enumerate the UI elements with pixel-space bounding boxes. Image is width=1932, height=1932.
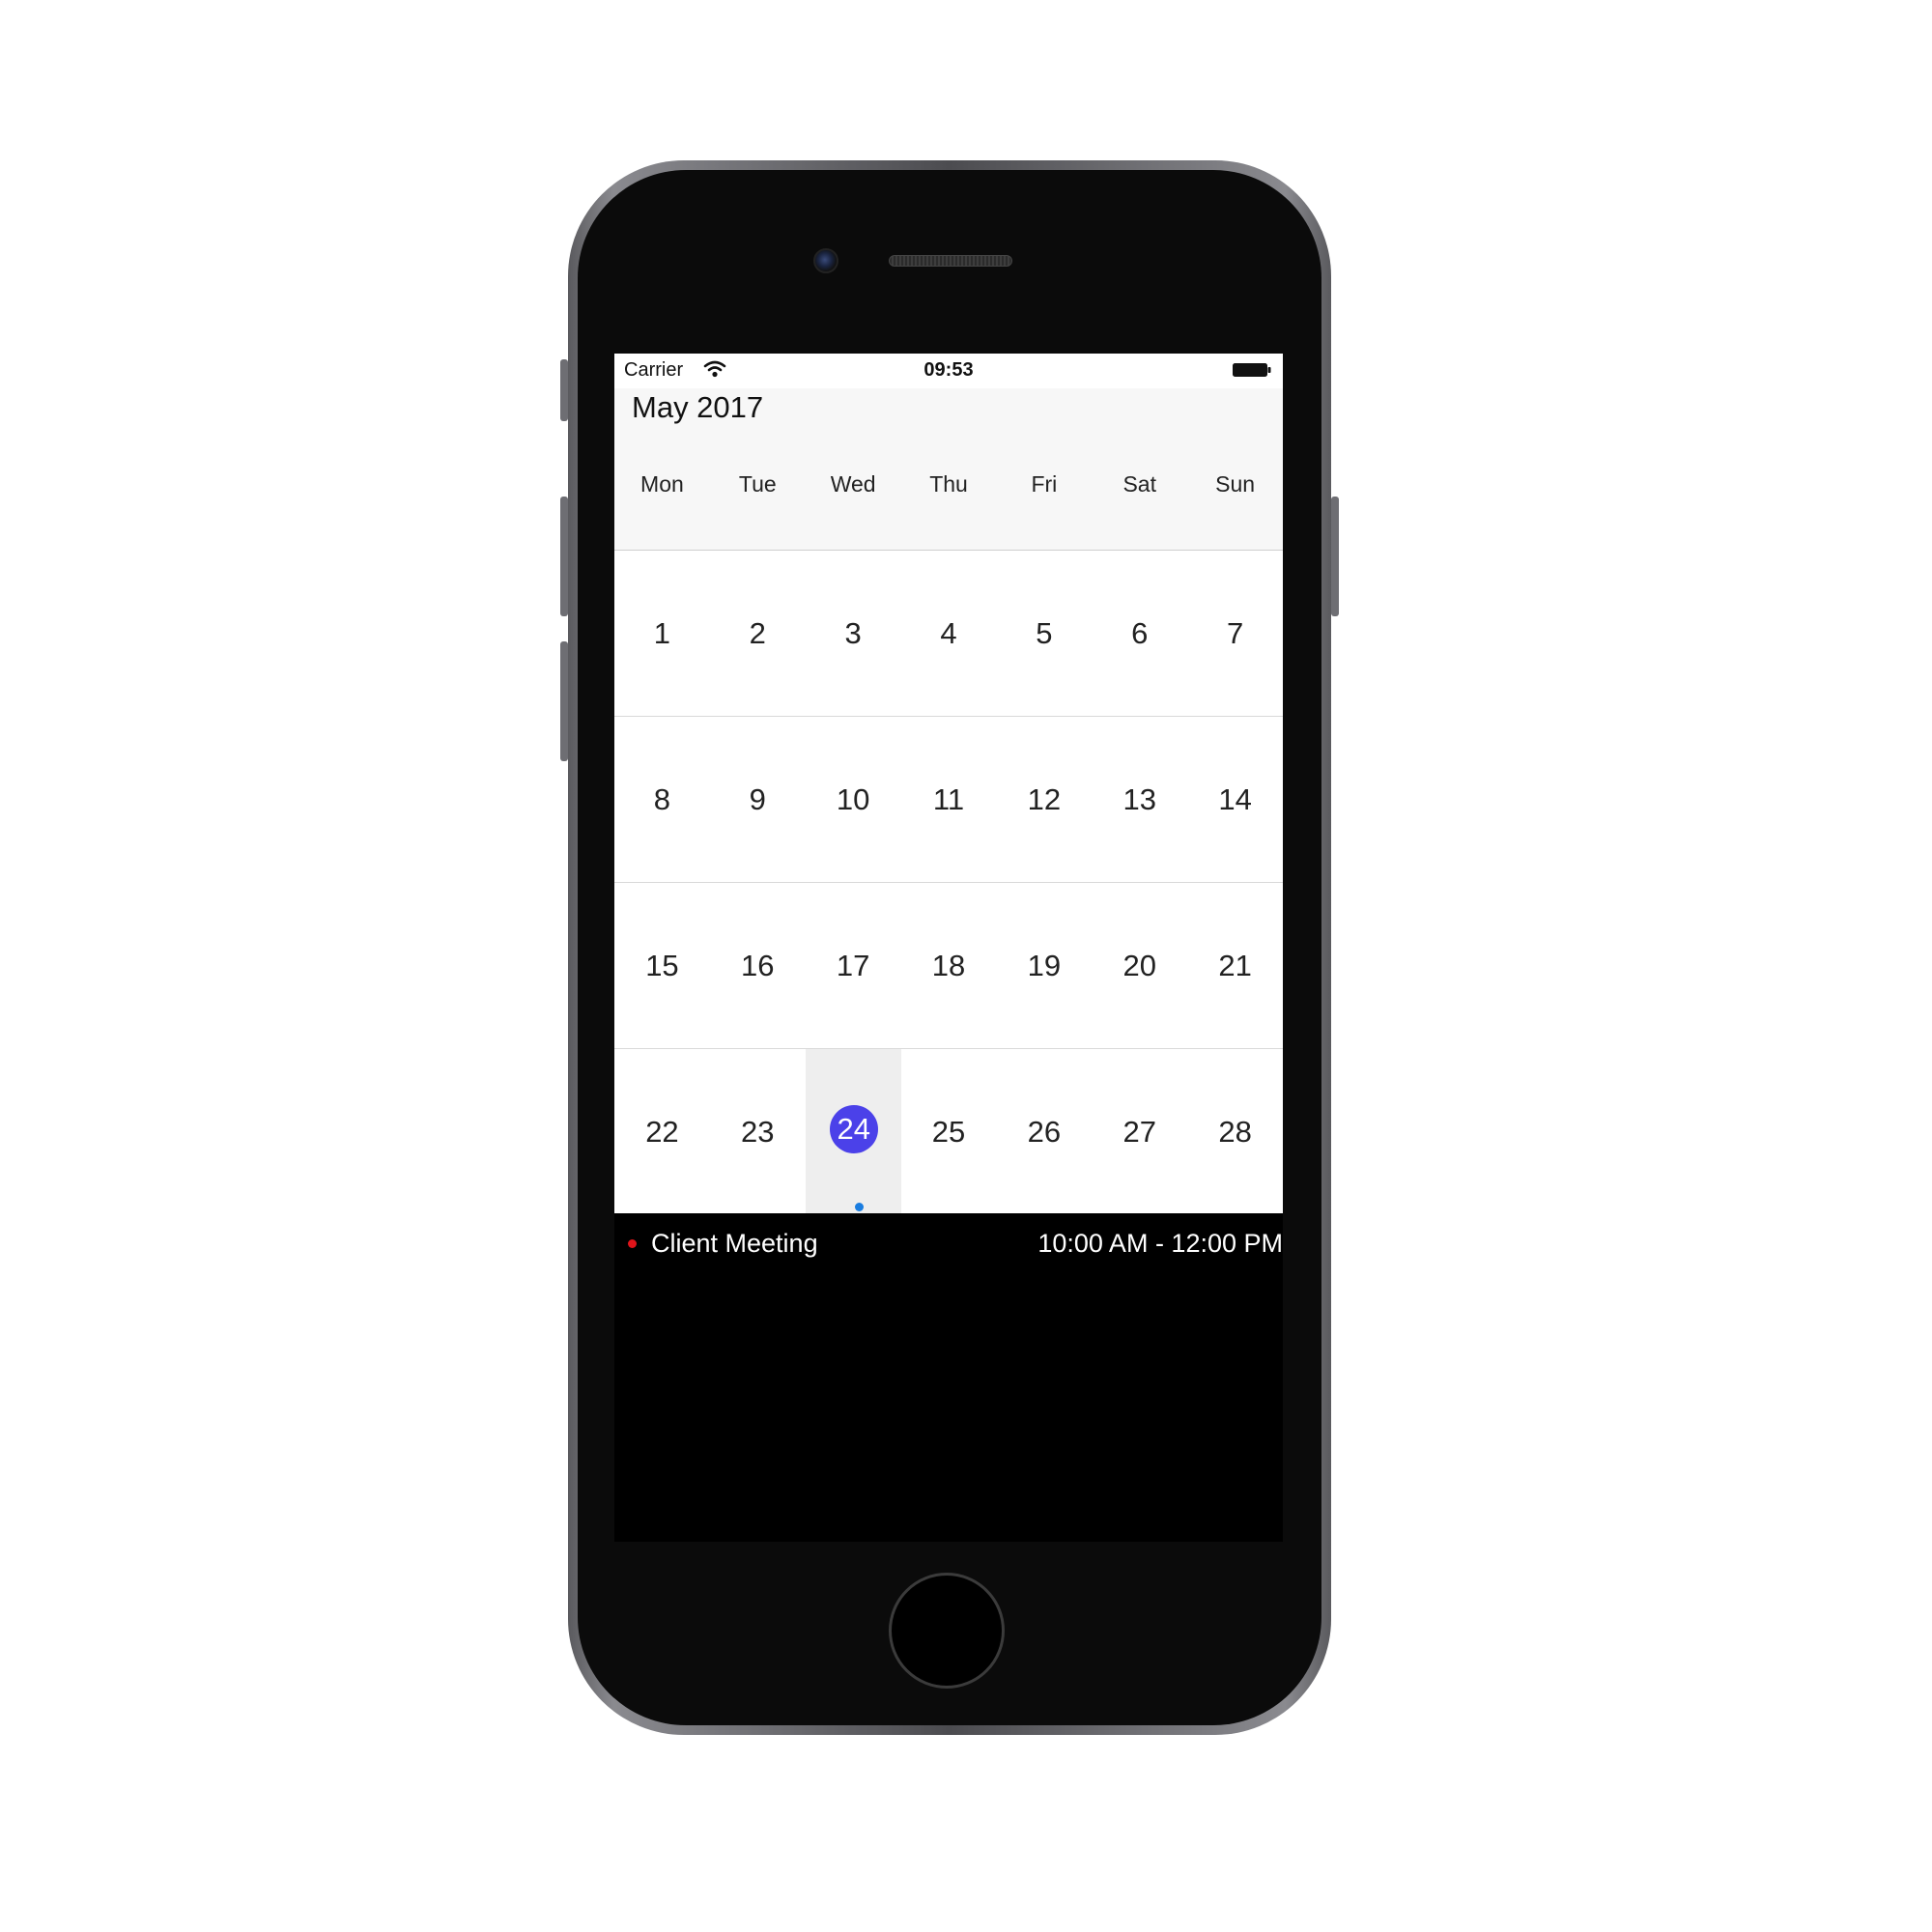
day-cell[interactable]: 1 (614, 551, 710, 716)
day-cell[interactable]: 15 (614, 883, 710, 1048)
day-number: 16 (741, 949, 775, 982)
day-number: 23 (741, 1115, 775, 1149)
week-row: 1 2 3 4 5 6 7 (614, 551, 1283, 717)
day-cell[interactable]: 23 (710, 1049, 806, 1213)
status-time: 09:53 (923, 359, 974, 381)
day-cell[interactable]: 2 (710, 551, 806, 716)
day-cell[interactable]: 17 (806, 883, 901, 1048)
day-cell[interactable]: 9 (710, 717, 806, 882)
phone-screen: Carrier 09:53 May 2017 Mon Tue Wed Thu F… (614, 354, 1283, 1542)
day-cell[interactable]: 20 (1092, 883, 1187, 1048)
day-number: 20 (1122, 949, 1156, 982)
weekday-label: Fri (1031, 471, 1058, 497)
day-number: 4 (940, 616, 957, 650)
selected-day-circle: 24 (829, 1105, 878, 1153)
battery-icon (1233, 363, 1271, 377)
weekday-label: Sun (1215, 471, 1256, 497)
speaker-grille (889, 255, 1012, 267)
event-item[interactable]: Client Meeting 10:00 AM - 12:00 PM (614, 1225, 1283, 1264)
week-row: 15 16 17 18 19 20 21 (614, 883, 1283, 1049)
volume-up-button (560, 497, 568, 616)
day-number: 2 (749, 616, 766, 650)
event-time: 10:00 AM - 12:00 PM (1037, 1229, 1283, 1258)
day-number: 13 (1122, 782, 1156, 816)
day-number: 12 (1027, 782, 1062, 816)
day-number: 3 (844, 616, 862, 650)
day-cell[interactable]: 25 (901, 1049, 997, 1213)
weekday-label: Thu (929, 471, 968, 497)
calendar-header: May 2017 Mon Tue Wed Thu Fri Sat Sun (614, 388, 1283, 551)
events-list: Client Meeting 10:00 AM - 12:00 PM (614, 1213, 1283, 1271)
day-cell[interactable]: 13 (1092, 717, 1187, 882)
day-cell[interactable]: 28 (1187, 1049, 1283, 1213)
weekday-label: Sat (1122, 471, 1156, 497)
day-cell[interactable]: 18 (901, 883, 997, 1048)
week-row: 8 9 10 11 12 13 14 (614, 717, 1283, 883)
day-number: 21 (1218, 949, 1252, 982)
status-bar: Carrier 09:53 (614, 354, 1283, 388)
day-number: 22 (645, 1115, 679, 1149)
day-number: 17 (836, 949, 870, 982)
day-number: 25 (931, 1115, 966, 1149)
month-grid: 1 2 3 4 5 6 7 8 9 10 11 12 13 14 15 16 1… (614, 551, 1283, 1213)
day-number: 11 (932, 782, 965, 816)
week-row: 22 23 24 25 26 27 28 (614, 1049, 1283, 1213)
weekday-label: Wed (830, 471, 876, 497)
day-cell[interactable]: 16 (710, 883, 806, 1048)
home-button[interactable] (889, 1573, 1005, 1689)
event-indicator-dot (854, 1203, 864, 1211)
day-cell[interactable]: 27 (1092, 1049, 1187, 1213)
day-cell[interactable]: 5 (996, 551, 1092, 716)
day-cell[interactable]: 26 (996, 1049, 1092, 1213)
day-number: 8 (653, 782, 671, 816)
day-cell[interactable]: 21 (1187, 883, 1283, 1048)
day-number: 19 (1027, 949, 1062, 982)
day-cell[interactable]: 11 (901, 717, 997, 882)
day-number: 1 (653, 616, 671, 650)
day-number: 5 (1036, 616, 1053, 650)
day-cell[interactable]: 6 (1092, 551, 1187, 716)
power-button (1331, 497, 1339, 616)
volume-down-button (560, 641, 568, 761)
mute-switch (560, 359, 568, 421)
day-cell[interactable]: 19 (996, 883, 1092, 1048)
event-title: Client Meeting (651, 1229, 818, 1258)
day-cell[interactable]: 8 (614, 717, 710, 882)
day-number: 7 (1226, 616, 1244, 650)
day-cell[interactable]: 12 (996, 717, 1092, 882)
day-cell[interactable]: 14 (1187, 717, 1283, 882)
day-number: 10 (836, 782, 870, 816)
day-number: 15 (645, 949, 679, 982)
day-cell-selected[interactable]: 24 (805, 1049, 901, 1213)
weekday-label: Tue (738, 471, 777, 497)
day-number: 9 (749, 782, 766, 816)
camera-icon (813, 248, 838, 273)
day-cell[interactable]: 3 (806, 551, 901, 716)
day-number: 26 (1027, 1115, 1062, 1149)
day-cell[interactable]: 4 (901, 551, 997, 716)
day-number: 14 (1218, 782, 1252, 816)
month-title: May 2017 (632, 390, 764, 424)
day-number: 18 (931, 949, 966, 982)
day-number: 28 (1218, 1115, 1252, 1149)
day-number: 27 (1122, 1115, 1156, 1149)
weekday-row: Mon Tue Wed Thu Fri Sat Sun (614, 471, 1283, 500)
day-cell[interactable]: 7 (1187, 551, 1283, 716)
weekday-label: Mon (640, 471, 684, 497)
day-cell[interactable]: 10 (806, 717, 901, 882)
day-number: 6 (1131, 616, 1149, 650)
event-color-dot (628, 1239, 637, 1248)
day-cell[interactable]: 22 (614, 1049, 710, 1213)
